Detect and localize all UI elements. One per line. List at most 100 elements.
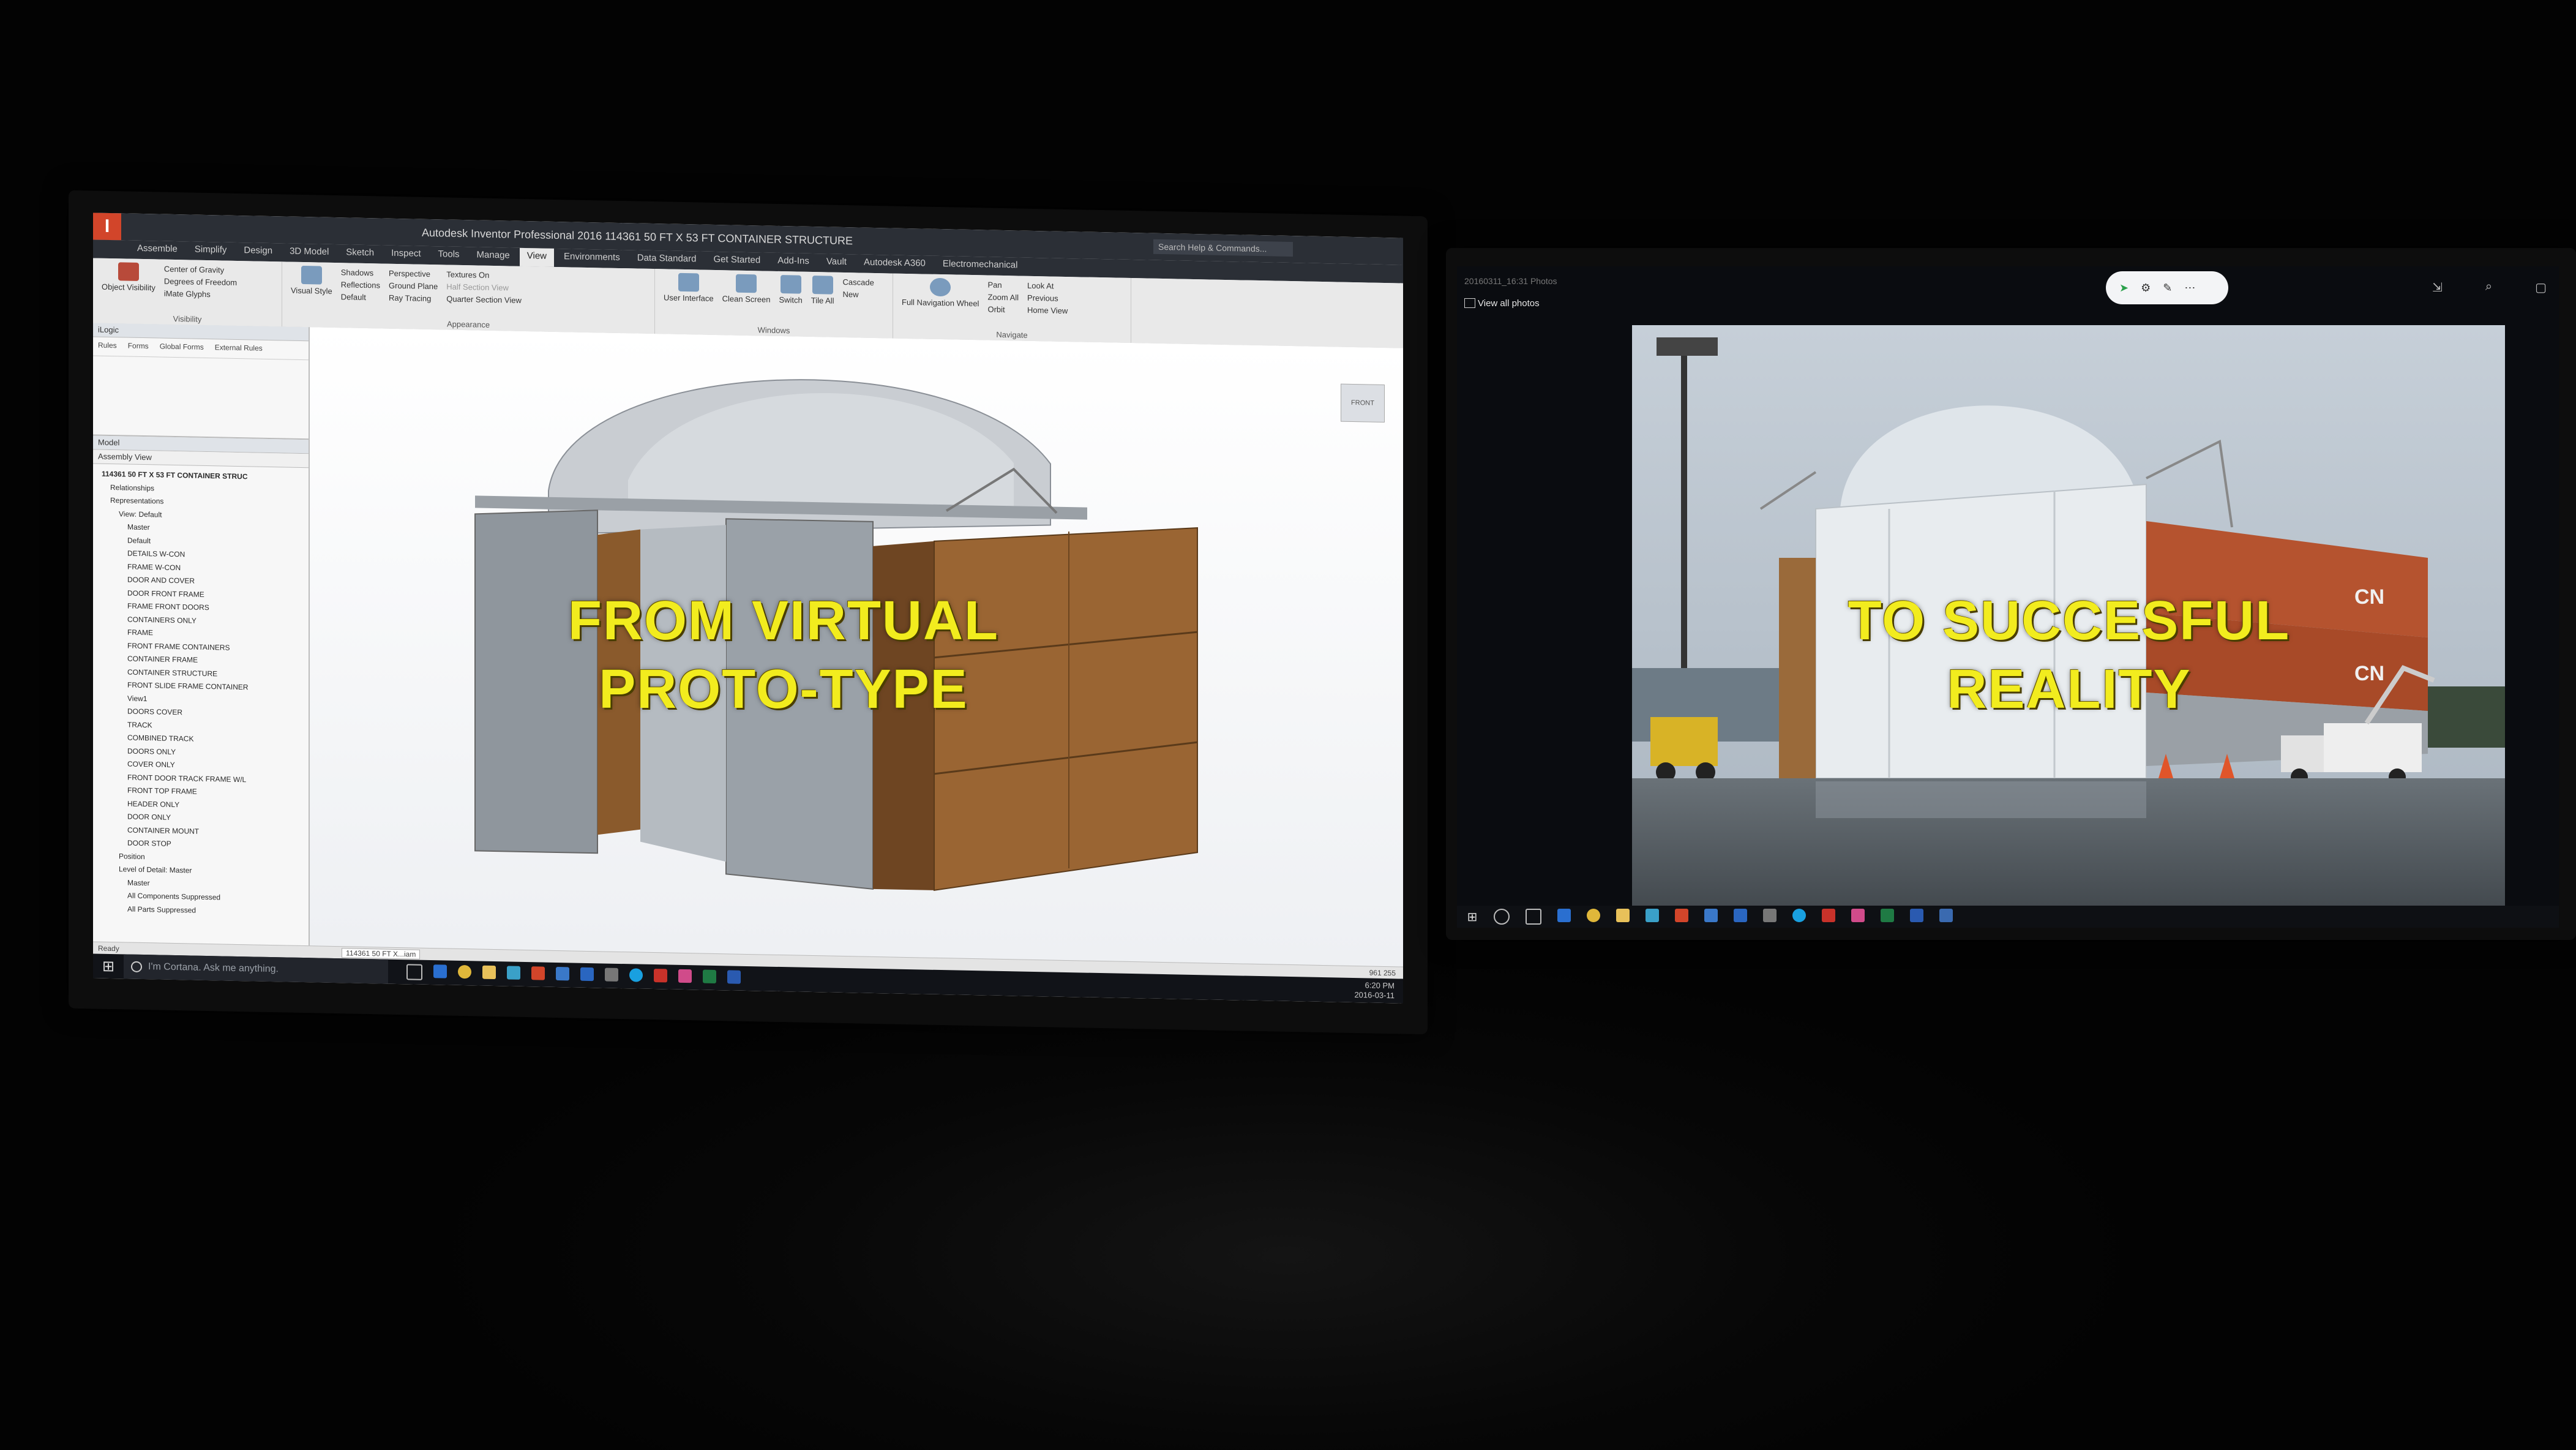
tab-view[interactable]: View: [519, 247, 555, 267]
clock-date: 2016-03-11: [1354, 990, 1395, 1001]
slideshow-icon[interactable]: ⇲: [2432, 280, 2443, 295]
acrobat-icon[interactable]: [654, 969, 667, 983]
previous-view-button[interactable]: Previous: [1027, 292, 1068, 305]
degrees-of-freedom-toggle[interactable]: Degrees of Freedom: [164, 276, 237, 289]
photos-window-title: 20160311_16:31 Photos: [1464, 276, 1557, 286]
home-view-button[interactable]: Home View: [1027, 304, 1068, 317]
settings-icon[interactable]: [1763, 909, 1777, 922]
photos-topbar: 20160311_16:31 Photos View all photos ➤ …: [1457, 266, 2559, 315]
quarter-section-view-button[interactable]: Quarter Section View: [446, 293, 522, 307]
view-all-photos-link[interactable]: View all photos: [1478, 298, 1540, 309]
shadows-dropdown[interactable]: Shadows: [341, 266, 380, 279]
ray-tracing-toggle[interactable]: Ray Tracing: [389, 292, 438, 306]
tab-simplify[interactable]: Simplify: [187, 241, 234, 260]
excel-icon[interactable]: [1881, 909, 1894, 922]
cortana-search-input[interactable]: I'm Cortana. Ask me anything.: [124, 954, 388, 984]
outlook-icon[interactable]: [1734, 909, 1747, 922]
acrobat-icon[interactable]: [1822, 909, 1835, 922]
excel-icon[interactable]: [703, 969, 716, 984]
pan-button[interactable]: Pan: [987, 279, 1019, 292]
chrome-icon[interactable]: [1587, 909, 1600, 922]
tab-a360[interactable]: Autodesk A360: [856, 254, 933, 274]
chrome-icon[interactable]: [458, 964, 471, 979]
tab-add-ins[interactable]: Add-Ins: [770, 253, 817, 272]
visual-style-icon: [301, 265, 322, 285]
perspective-dropdown[interactable]: Perspective: [389, 268, 438, 281]
ilogic-tab-external-rules[interactable]: External Rules: [215, 343, 263, 355]
windows-start-icon[interactable]: ⊞: [93, 953, 124, 979]
tab-design[interactable]: Design: [236, 242, 280, 261]
edge-icon[interactable]: [433, 964, 447, 979]
half-section-view-button[interactable]: Half Section View: [446, 281, 522, 295]
tab-3d-model[interactable]: 3D Model: [282, 243, 336, 263]
viewcube[interactable]: FRONT: [1341, 383, 1385, 423]
center-of-gravity-toggle[interactable]: Center of Gravity: [164, 263, 237, 277]
taskbar-clock[interactable]: 6:20 PM 2016-03-11: [1354, 980, 1395, 1001]
help-search-input[interactable]: Search Help & Commands...: [1153, 239, 1293, 257]
tab-sketch[interactable]: Sketch: [339, 244, 381, 263]
model-browser: iLogic Rules Forms Global Forms External…: [93, 323, 310, 946]
maximize-icon[interactable]: ▢: [2535, 280, 2547, 295]
tab-vault[interactable]: Vault: [819, 254, 854, 272]
task-view-icon[interactable]: [1526, 909, 1541, 925]
vault-icon[interactable]: [507, 966, 520, 980]
file-explorer-icon[interactable]: [482, 965, 496, 980]
look-at-button[interactable]: Look At: [1027, 280, 1068, 293]
object-visibility-label: Object Visibility: [102, 282, 155, 293]
tab-inspect[interactable]: Inspect: [384, 246, 428, 265]
search-icon[interactable]: [1494, 909, 1510, 925]
windows-start-icon[interactable]: ⊞: [1457, 904, 1488, 928]
more-icon[interactable]: ⋯: [2184, 282, 2195, 295]
inventor-taskbar-icon[interactable]: [1675, 909, 1688, 922]
file-explorer-icon[interactable]: [1616, 909, 1630, 922]
share-icon[interactable]: ➤: [2119, 282, 2129, 295]
ilogic-tab-rules[interactable]: Rules: [98, 341, 117, 353]
tab-environments[interactable]: Environments: [556, 249, 627, 268]
document-tab[interactable]: 114361 50 FT X...iam: [342, 948, 421, 960]
vault-icon[interactable]: [1646, 909, 1659, 922]
imate-glyphs-toggle[interactable]: iMate Glyphs: [164, 288, 237, 301]
ilogic-tab-global-forms[interactable]: Global Forms: [160, 342, 204, 354]
inventor-taskbar-icon[interactable]: [531, 966, 545, 980]
default-dropdown[interactable]: Default: [341, 291, 380, 304]
zoom-all-button[interactable]: Zoom All: [987, 291, 1019, 304]
ground-plane-dropdown[interactable]: Ground Plane: [389, 280, 438, 293]
zoom-icon[interactable]: ⌕: [2485, 280, 2492, 295]
word-icon[interactable]: [727, 970, 741, 984]
outlook-icon[interactable]: [580, 967, 594, 982]
ribbon-group-navigate: Full Navigation Wheel Pan Zoom All Orbit…: [893, 273, 1131, 344]
app-icon[interactable]: [1851, 909, 1865, 922]
store-icon[interactable]: [1704, 909, 1718, 922]
tab-data-standard[interactable]: Data Standard: [630, 250, 704, 269]
edge-icon[interactable]: [1557, 909, 1571, 922]
tab-tools[interactable]: Tools: [431, 246, 467, 265]
tab-get-started[interactable]: Get Started: [706, 252, 768, 271]
skype-icon[interactable]: [1792, 909, 1806, 922]
word-icon[interactable]: [1910, 909, 1923, 922]
ribbon-group-visibility: Object Visibility Center of Gravity Degr…: [93, 258, 282, 327]
status-text: Ready: [98, 944, 119, 953]
switch-label: Switch: [779, 295, 803, 305]
tab-manage[interactable]: Manage: [470, 247, 517, 266]
edit-icon[interactable]: ✎: [2163, 282, 2172, 295]
tab-electromechanical[interactable]: Electromechanical: [935, 256, 1025, 276]
cortana-placeholder: I'm Cortana. Ask me anything.: [148, 961, 279, 975]
task-view-icon[interactable]: [406, 964, 422, 980]
enhance-icon[interactable]: ⚙: [2141, 282, 2151, 295]
orbit-button[interactable]: Orbit: [987, 304, 1019, 317]
full-navigation-wheel-label: Full Navigation Wheel: [902, 297, 979, 309]
settings-icon[interactable]: [605, 967, 618, 982]
caption-right-line1: TO SUCCESFUL: [1848, 590, 2291, 652]
app-icon[interactable]: [678, 969, 692, 983]
navigation-wheel-icon: [930, 277, 951, 297]
inventor-app-icon[interactable]: I: [93, 212, 121, 241]
store-icon[interactable]: [556, 966, 569, 981]
reflections-dropdown[interactable]: Reflections: [341, 279, 380, 291]
new-window-button[interactable]: New: [843, 288, 874, 301]
cascade-button[interactable]: Cascade: [843, 276, 874, 289]
photos-taskbar-icon[interactable]: [1939, 909, 1953, 922]
textures-on-dropdown[interactable]: Textures On: [446, 269, 522, 282]
ilogic-tab-forms[interactable]: Forms: [128, 342, 149, 353]
skype-icon[interactable]: [629, 968, 643, 982]
tab-assemble[interactable]: Assemble: [130, 241, 185, 260]
